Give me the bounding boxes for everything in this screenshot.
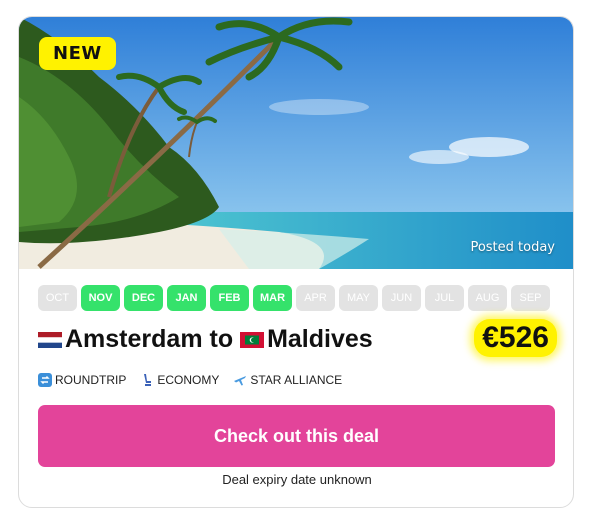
maldives-flag-icon xyxy=(240,331,265,348)
cabin-label: ECONOMY xyxy=(157,373,220,387)
deal-price: €526 xyxy=(482,321,549,354)
alliance-label: STAR ALLIANCE xyxy=(250,373,343,387)
cabin-class: ECONOMY xyxy=(140,373,219,387)
origin-city: Amsterdam xyxy=(65,325,203,353)
trip-type-label: ROUNDTRIP xyxy=(55,373,127,387)
month-chip-jul: JUL xyxy=(425,285,464,311)
month-chip-apr: APR xyxy=(296,285,335,311)
new-badge: NEW xyxy=(39,37,116,70)
price-highlight: €526 xyxy=(474,319,557,357)
deal-meta: ROUNDTRIP ECONOMY STAR ALLIANCE xyxy=(38,373,342,387)
month-chip-aug: AUG xyxy=(468,285,507,311)
netherlands-flag-icon xyxy=(38,331,62,348)
route-connector: to xyxy=(209,325,234,353)
check-out-deal-button[interactable]: Check out this deal xyxy=(38,405,555,467)
trip-type: ROUNDTRIP xyxy=(38,373,126,387)
expiry-note: Deal expiry date unknown xyxy=(222,472,372,487)
destination-city: Maldives xyxy=(267,325,373,353)
route-title: Amsterdam to Maldives xyxy=(38,325,373,354)
roundtrip-icon xyxy=(38,373,52,387)
seat-icon xyxy=(144,374,152,386)
alliance: STAR ALLIANCE xyxy=(233,373,342,387)
month-chip-oct: OCT xyxy=(38,285,77,311)
month-chip-mar: MAR xyxy=(253,285,292,311)
month-chip-jan: JAN xyxy=(167,285,206,311)
month-chip-dec: DEC xyxy=(124,285,163,311)
posted-label: Posted today xyxy=(470,240,555,255)
month-chip-may: MAY xyxy=(339,285,378,311)
month-chip-sep: SEP xyxy=(511,285,550,311)
travel-months: OCT NOV DEC JAN FEB MAR APR MAY JUN JUL AUG SEP xyxy=(38,285,550,311)
deal-card[interactable]: NEW Posted today OCT NOV DEC JAN FEB MAR APR MA… xyxy=(18,16,574,508)
month-chip-nov: NOV xyxy=(81,285,120,311)
airplane-icon xyxy=(234,376,247,386)
month-chip-feb: FEB xyxy=(210,285,249,311)
month-chip-jun: JUN xyxy=(382,285,421,311)
